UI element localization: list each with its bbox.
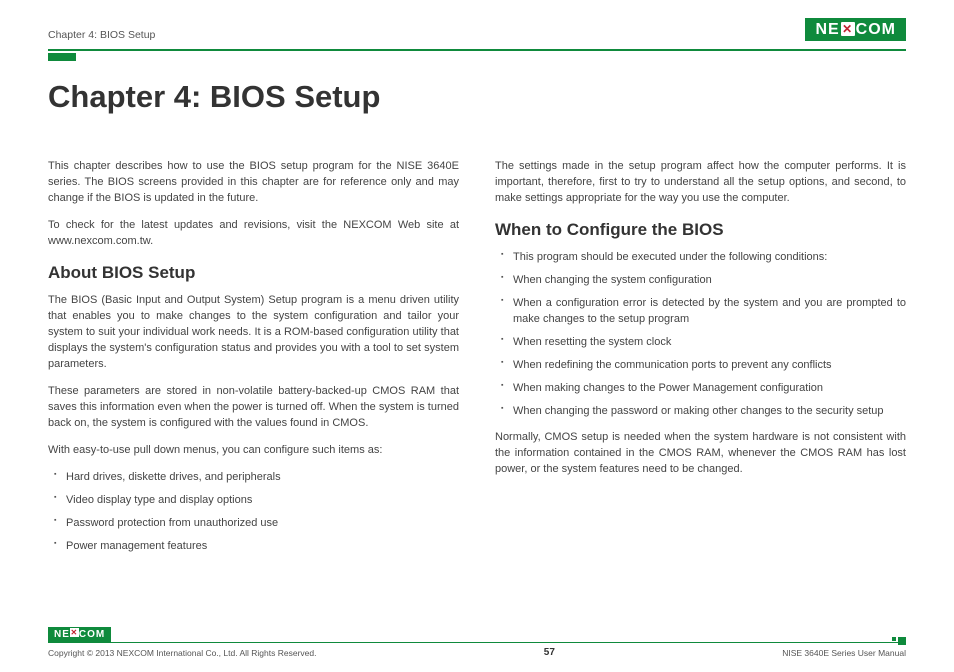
- list-item: Password protection from unauthorized us…: [54, 516, 459, 532]
- header-rule: [48, 49, 906, 51]
- footer-manual: NISE 3640E Series User Manual: [782, 648, 906, 658]
- list-item: Power management features: [54, 539, 459, 555]
- logo-x-icon: ✕: [841, 22, 855, 36]
- when-list: This program should be executed under th…: [501, 250, 906, 420]
- about-paragraph-1: The BIOS (Basic Input and Output System)…: [48, 293, 459, 373]
- list-item: When changing the system configuration: [501, 273, 906, 289]
- list-item: When resetting the system clock: [501, 335, 906, 351]
- intro-paragraph-1: This chapter describes how to use the BI…: [48, 159, 459, 207]
- settings-intro: The settings made in the setup program a…: [495, 159, 906, 207]
- logo-x-icon: ✕: [70, 628, 79, 637]
- logo-pre: NE: [54, 629, 70, 640]
- logo-pre: NE: [815, 21, 839, 38]
- intro-paragraph-2: To check for the latest updates and revi…: [48, 218, 459, 250]
- list-item: When changing the password or making oth…: [501, 404, 906, 420]
- logo-post: COM: [856, 21, 896, 38]
- list-item: This program should be executed under th…: [501, 250, 906, 266]
- heading-about: About BIOS Setup: [48, 261, 459, 286]
- about-list: Hard drives, diskette drives, and periph…: [54, 470, 459, 555]
- logo-post: COM: [79, 629, 105, 640]
- footer-rule: [48, 642, 906, 644]
- left-column: This chapter describes how to use the BI…: [48, 159, 459, 565]
- right-column: The settings made in the setup program a…: [495, 159, 906, 565]
- about-paragraph-3: With easy-to-use pull down menus, you ca…: [48, 443, 459, 459]
- footer-logo: NE✕COM: [48, 627, 111, 642]
- list-item: When a configuration error is detected b…: [501, 296, 906, 328]
- heading-when: When to Configure the BIOS: [495, 218, 906, 243]
- header-chapter-ref: Chapter 4: BIOS Setup: [48, 29, 155, 41]
- list-item: When making changes to the Power Managem…: [501, 381, 906, 397]
- footer-copyright: Copyright © 2013 NEXCOM International Co…: [48, 648, 316, 658]
- about-paragraph-2: These parameters are stored in non-volat…: [48, 384, 459, 432]
- page-number: 57: [544, 647, 555, 658]
- list-item: Hard drives, diskette drives, and periph…: [54, 470, 459, 486]
- page-title: Chapter 4: BIOS Setup: [48, 79, 906, 115]
- list-item: Video display type and display options: [54, 493, 459, 509]
- list-item: When redefining the communication ports …: [501, 358, 906, 374]
- when-outro: Normally, CMOS setup is needed when the …: [495, 430, 906, 478]
- brand-logo: NE✕COM: [805, 18, 906, 41]
